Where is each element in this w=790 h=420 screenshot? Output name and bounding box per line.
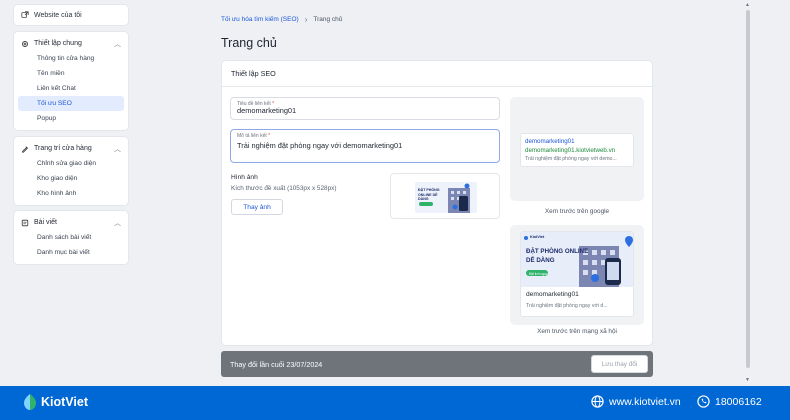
gear-icon bbox=[21, 40, 29, 48]
page-title: Trang chủ bbox=[221, 36, 277, 50]
kiotviet-logo[interactable]: KiotViet bbox=[23, 394, 88, 410]
google-result-url: demomarketing01.kiotvietweb.vn bbox=[525, 147, 616, 154]
sidebar-item-theme-store[interactable]: Kho giao diện bbox=[18, 171, 124, 186]
link-description-field[interactable]: Mô tả liên kết * Trải nghiệm đặt phòng n… bbox=[230, 129, 500, 163]
google-preview-panel: demomarketing01 demomarketing01.kiotviet… bbox=[510, 97, 644, 201]
footer-website[interactable]: www.kiotviet.vn bbox=[591, 395, 681, 408]
social-card-title: demomarketing01 bbox=[526, 291, 579, 298]
breadcrumb-parent-link[interactable]: Tối ưu hóa tìm kiếm (SEO) bbox=[221, 16, 299, 23]
link-description-value: Trải nghiệm đặt phòng ngay với demomarke… bbox=[237, 141, 403, 150]
sidebar-item-store-info[interactable]: Thông tin cửa hàng bbox=[18, 51, 124, 66]
google-preview-caption: Xem trước trên google bbox=[544, 208, 610, 215]
sidebar-group-header-posts[interactable]: Bài viết ︿ bbox=[14, 215, 128, 230]
google-result-description: Trải nghiệm đặt phòng ngay với demo... bbox=[525, 156, 617, 162]
brand-name: KiotViet bbox=[41, 395, 88, 409]
banner-headline-1: ĐẶT PHÒNG ONLINE bbox=[526, 248, 589, 255]
sidebar-group-general: Thiết lập chung ︿ Thông tin cửa hàng Tên… bbox=[13, 31, 129, 131]
link-description-label: Mô tả liên kết * bbox=[237, 133, 271, 139]
link-title-field[interactable]: Tiêu đề liên kết * demomarketing01 bbox=[230, 97, 500, 120]
change-image-button[interactable]: Thay ảnh bbox=[231, 199, 283, 215]
chevron-right-icon: › bbox=[304, 15, 308, 24]
image-section-title: Hình ảnh bbox=[231, 174, 258, 181]
paint-brush-icon bbox=[21, 145, 29, 153]
seo-thumbnail-image: ĐẶT PHÒNG ONLINE DỄ DÀNG bbox=[415, 182, 477, 213]
scroll-down-arrow-icon[interactable]: ▼ bbox=[745, 377, 750, 383]
scrollbar-thumb[interactable] bbox=[746, 10, 750, 368]
breadcrumb: Tối ưu hóa tìm kiếm (SEO) › Trang chủ bbox=[221, 15, 342, 24]
sidebar-item-post-list[interactable]: Danh sách bài viết bbox=[18, 230, 124, 245]
seo-card-title: Thiết lập SEO bbox=[222, 61, 652, 87]
footer-phone-text: 18006162 bbox=[715, 395, 762, 408]
article-icon bbox=[21, 219, 29, 227]
chevron-up-icon: ︿ bbox=[114, 40, 121, 48]
sidebar-top-label: Website của tôi bbox=[34, 11, 82, 19]
sidebar-website-link[interactable]: Website của tôi bbox=[13, 4, 129, 26]
save-bar: Thay đổi lần cuối 23/07/2024 Lưu thay đổ… bbox=[221, 351, 653, 377]
social-preview-caption: Xem trước trên mạng xã hội bbox=[537, 328, 617, 335]
sidebar-item-image-store[interactable]: Kho hình ảnh bbox=[18, 186, 124, 201]
footer-website-text: www.kiotviet.vn bbox=[609, 395, 681, 408]
external-link-icon bbox=[21, 11, 29, 19]
seo-settings-card: Thiết lập SEO Tiêu đề liên kết * demomar… bbox=[221, 60, 653, 346]
social-banner-image: KiotViet ĐẶT PHÒNG ONLINE DỄ DÀNG Đặt lị… bbox=[521, 232, 633, 287]
google-result-title: demomarketing01 bbox=[525, 138, 575, 145]
last-modified-text: Thay đổi lần cuối 23/07/2024 bbox=[230, 359, 323, 369]
sidebar-item-popup[interactable]: Popup bbox=[18, 111, 124, 126]
sidebar-item-domain[interactable]: Tên miền bbox=[18, 66, 124, 81]
chevron-up-icon: ︿ bbox=[114, 145, 121, 153]
social-preview-panel: KiotViet ĐẶT PHÒNG ONLINE DỄ DÀNG Đặt lị… bbox=[510, 225, 644, 325]
globe-icon bbox=[591, 395, 604, 408]
footer-bar: KiotViet www.kiotviet.vn 18006162 bbox=[0, 386, 790, 420]
sidebar-item-chat-link[interactable]: Liên kết Chat bbox=[18, 81, 124, 96]
google-result-card: demomarketing01 demomarketing01.kiotviet… bbox=[520, 133, 634, 167]
social-share-card: KiotViet ĐẶT PHÒNG ONLINE DỄ DÀNG Đặt lị… bbox=[520, 231, 634, 317]
footer-phone[interactable]: 18006162 bbox=[697, 395, 762, 408]
sidebar-item-edit-theme[interactable]: Chỉnh sửa giao diện bbox=[18, 156, 124, 171]
image-size-hint: Kích thước đề xuất (1053px x 528px) bbox=[231, 185, 337, 192]
save-changes-button[interactable]: Lưu thay đổi bbox=[591, 355, 648, 373]
banner-brand: KiotViet bbox=[530, 235, 545, 239]
sidebar-group-header-decor[interactable]: Trang trí cửa hàng ︿ bbox=[14, 141, 128, 156]
banner-button-label: Đặt lịch ngay bbox=[529, 271, 548, 276]
phone-icon bbox=[697, 395, 710, 408]
sidebar-group-title: Thiết lập chung bbox=[34, 40, 82, 47]
sidebar-item-post-category[interactable]: Danh mục bài viết bbox=[18, 245, 124, 260]
sidebar-group-title: Bài viết bbox=[34, 219, 57, 226]
thumbnail-heading: ĐẶT PHÒNG ONLINE DỄ DÀNG bbox=[418, 188, 440, 201]
kiotviet-logo-icon bbox=[24, 394, 36, 410]
social-card-description: Trải nghiệm đặt phòng ngay với d... bbox=[526, 303, 608, 309]
scroll-up-arrow-icon[interactable]: ▲ bbox=[745, 2, 750, 8]
banner-headline-2: DỄ DÀNG bbox=[526, 257, 555, 264]
chevron-up-icon: ︿ bbox=[114, 219, 121, 227]
seo-image-preview[interactable]: ĐẶT PHÒNG ONLINE DỄ DÀNG bbox=[390, 173, 500, 219]
sidebar-group-title: Trang trí cửa hàng bbox=[34, 145, 92, 152]
sidebar-group-header-general[interactable]: Thiết lập chung ︿ bbox=[14, 36, 128, 51]
sidebar-group-posts: Bài viết ︿ Danh sách bài viết Danh mục b… bbox=[13, 210, 129, 265]
link-title-value: demomarketing01 bbox=[237, 106, 297, 115]
sidebar-group-decor: Trang trí cửa hàng ︿ Chỉnh sửa giao diện… bbox=[13, 136, 129, 206]
breadcrumb-current: Trang chủ bbox=[313, 16, 343, 23]
sidebar-item-seo[interactable]: Tối ưu SEO bbox=[18, 96, 124, 111]
